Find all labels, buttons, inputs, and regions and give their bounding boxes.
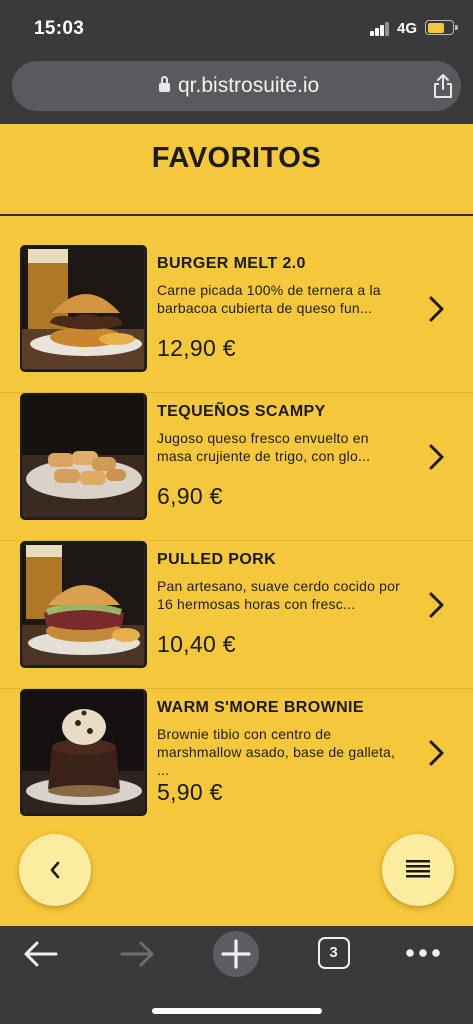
chevron-right-icon[interactable] <box>425 739 447 767</box>
home-indicator <box>152 1008 322 1014</box>
browser-toolbar: 3 <box>0 926 473 1024</box>
item-description: Pan artesano, suave cerdo cocido por 16 … <box>157 578 401 612</box>
arrow-left-icon[interactable] <box>22 940 60 968</box>
menu-button[interactable] <box>382 834 454 906</box>
menu-item[interactable]: PULLED PORK Pan artesano, suave cerdo co… <box>0 541 473 689</box>
item-description: Jugoso queso fresco envuelto en masa cru… <box>157 430 371 464</box>
item-description: Carne picada 100% de ternera a la barbac… <box>157 282 381 316</box>
item-price: 12,90 € <box>157 335 236 361</box>
status-bar: 15:03 4G <box>0 0 473 56</box>
item-price: 5,90 € <box>157 779 223 805</box>
tabs-icon[interactable]: 3 <box>318 937 350 969</box>
lock-icon <box>159 76 170 93</box>
menu-item[interactable]: WARM S'MORE BROWNIE Brownie tibio con ce… <box>0 689 473 837</box>
tequenos-photo <box>20 393 147 520</box>
chevron-right-icon[interactable] <box>425 443 447 471</box>
item-name: TEQUEÑOS SCAMPY <box>157 403 326 420</box>
item-name: PULLED PORK <box>157 551 277 568</box>
more-dots-icon[interactable] <box>404 946 442 960</box>
item-price: 10,40 € <box>157 631 236 657</box>
menu-item[interactable]: BURGER MELT 2.0 Carne picada 100% de ter… <box>0 245 473 393</box>
chevron-left-icon <box>50 861 60 879</box>
chevron-right-icon[interactable] <box>425 295 447 323</box>
back-button[interactable] <box>19 834 91 906</box>
page-title: FAVORITOS <box>151 142 322 174</box>
brownie-photo <box>20 689 147 816</box>
title-divider <box>0 214 473 216</box>
status-time: 15:03 <box>34 18 85 39</box>
plus-icon[interactable] <box>212 930 260 978</box>
pulled-pork-photo <box>20 541 147 668</box>
burger-photo <box>20 245 147 372</box>
tab-count: 3 <box>329 944 338 961</box>
hamburger-menu-icon <box>406 860 430 878</box>
browser-address-area: qr.bistrosuite.io <box>0 56 473 124</box>
network-type: 4G <box>397 20 418 37</box>
item-description: Brownie tibio con centro de marshmallow … <box>157 726 396 778</box>
page-content: FAVORITOS BURGER MELT 2.0 Carne picada 1… <box>0 124 473 926</box>
battery-level <box>427 22 445 33</box>
item-name: WARM S'MORE BROWNIE <box>157 699 364 716</box>
share-icon[interactable] <box>431 73 455 99</box>
url-text[interactable]: qr.bistrosuite.io <box>178 74 319 98</box>
menu-item[interactable]: TEQUEÑOS SCAMPY Jugoso queso fresco envu… <box>0 393 473 541</box>
chevron-right-icon[interactable] <box>425 591 447 619</box>
address-bar[interactable]: qr.bistrosuite.io <box>12 61 461 111</box>
item-name: BURGER MELT 2.0 <box>157 255 306 272</box>
battery-icon <box>425 20 458 35</box>
item-price: 6,90 € <box>157 483 223 509</box>
arrow-right-icon[interactable] <box>118 940 156 968</box>
signal-icon <box>370 22 390 36</box>
